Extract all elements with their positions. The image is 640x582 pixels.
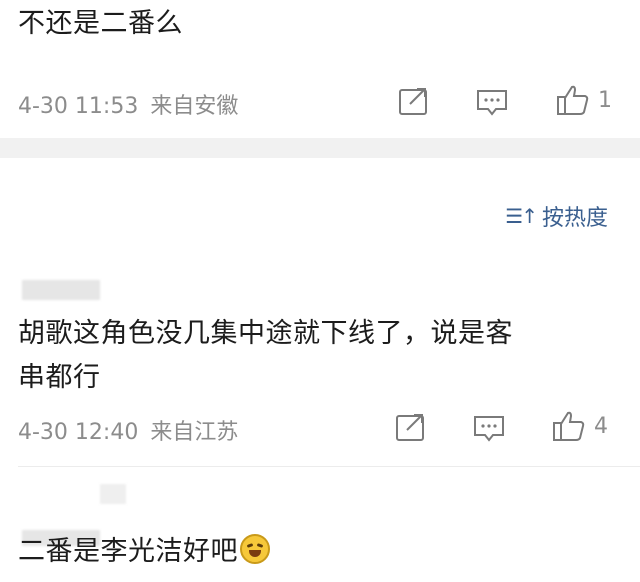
- comment-location: 来自江苏: [150, 420, 239, 445]
- share-button[interactable]: [398, 86, 430, 116]
- thumbs-up-icon: [553, 411, 585, 441]
- laughing-crying-emoji-icon: [240, 534, 270, 564]
- like-count: 1: [598, 87, 612, 113]
- section-separator: [0, 138, 640, 158]
- thumbs-up-icon: [557, 85, 589, 115]
- like-count: 4: [594, 413, 608, 439]
- comment-text-content: 二番是李光洁好吧: [18, 536, 238, 567]
- sort-label: 按热度: [541, 206, 608, 231]
- share-icon: [396, 414, 424, 441]
- comment-text: 二番是李光洁好吧: [18, 530, 270, 574]
- avatar[interactable]: [22, 280, 100, 300]
- comment-icon: [474, 416, 504, 442]
- reply-button[interactable]: [473, 414, 505, 444]
- share-icon: [399, 88, 427, 115]
- sort-by-hot-button[interactable]: ☰↑ 按热度: [505, 200, 608, 232]
- comment-text-line: 串都行: [18, 362, 101, 393]
- comment-date: 4-30 12:40: [18, 420, 139, 445]
- comment-text: 不还是二番么: [18, 8, 183, 39]
- reply-button[interactable]: [476, 88, 508, 118]
- share-button[interactable]: [395, 412, 427, 442]
- comment-text: 胡歌这角色没几集中途就下线了，说是客 串都行: [18, 312, 513, 400]
- comment-meta: 4-30 11:53 来自安徽: [18, 88, 238, 120]
- comment-icon: [477, 90, 507, 116]
- avatar[interactable]: [100, 484, 126, 504]
- comment-text-line: 胡歌这角色没几集中途就下线了，说是客: [18, 318, 513, 349]
- comment-location: 来自安徽: [150, 94, 239, 119]
- comment-date: 4-30 11:53: [18, 94, 139, 119]
- comment-feed: 不还是二番么 4-30 11:53 来自安徽 1 ☰↑ 按热度 胡歌这角色没几集中…: [0, 0, 640, 582]
- sort-icon: ☰↑: [505, 204, 538, 228]
- comment-meta: 4-30 12:40 来自江苏: [18, 414, 238, 446]
- like-button[interactable]: 4: [552, 410, 608, 442]
- like-button[interactable]: 1: [556, 84, 612, 116]
- divider: [18, 466, 640, 467]
